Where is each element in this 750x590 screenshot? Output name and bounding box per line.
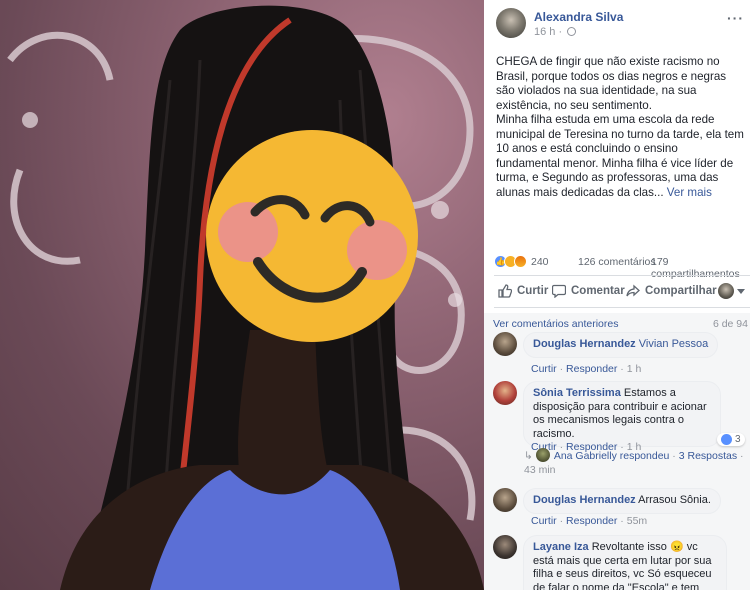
comment-like-link[interactable]: Curtir [531, 363, 557, 375]
replies-count[interactable]: 3 Respostas [679, 450, 737, 462]
reply-arrow-icon: ↳ [524, 450, 533, 462]
replier-avatar [535, 448, 550, 462]
comment-reactions[interactable]: 3 [717, 433, 745, 446]
viewer-avatar [718, 283, 734, 299]
post-paragraph-1: CHEGA de fingir que não existe racismo n… [496, 55, 727, 112]
comment-item: Douglas Hernandez Arrasou Sônia. Curtir … [493, 488, 747, 534]
comment-button[interactable]: Comentar [552, 284, 625, 298]
globe-icon [567, 27, 577, 36]
comments-pagination: 6 de 94 [712, 318, 748, 330]
post-time-text[interactable]: 16 h [534, 26, 555, 38]
post-panel: Alexandra Silva 16 h · ··· CHEGA de fing… [484, 0, 750, 590]
comment-item: Layane Iza Revoltante isso 😠 vc está mai… [493, 535, 747, 590]
photo-scene [7, 5, 484, 590]
comments-count[interactable]: 126 comentários [578, 256, 656, 268]
divider [494, 307, 750, 308]
more-options-icon[interactable]: ··· [727, 10, 744, 26]
like-reaction-icon [721, 434, 732, 445]
comments-section: Ver comentários anteriores 6 de 94 Dougl… [484, 313, 750, 590]
view-previous-comments[interactable]: Ver comentários anteriores [493, 318, 618, 330]
replies-summary[interactable]: ↳ Ana Gabrielly respondeu · 3 Respostas ·… [524, 448, 746, 477]
like-button[interactable]: Curtir [498, 284, 548, 298]
post-stats: 👍 240 126 comentários 179 compartilhamen… [494, 254, 748, 280]
comment-bubble: Douglas Hernandez Vivian Pessoa [523, 332, 719, 358]
commenter-avatar[interactable] [493, 488, 517, 512]
share-icon [626, 284, 640, 297]
post-text: CHEGA de fingir que não existe racismo n… [496, 55, 744, 200]
reaction-count[interactable]: 240 [531, 256, 549, 268]
commenter-avatar[interactable] [493, 381, 517, 405]
commenter-name[interactable]: Layane Iza [533, 541, 589, 553]
comment-bubble: Sônia Terrissima Estamos a disposição pa… [523, 381, 721, 447]
comment-reaction-count: 3 [735, 434, 741, 445]
comment-meta: Curtir · Responder · 55m [531, 515, 648, 527]
share-label: Compartilhar [645, 285, 717, 297]
comment-icon [552, 284, 566, 298]
comment-time[interactable]: 1 h [627, 363, 642, 375]
comment-time[interactable]: 55m [627, 515, 647, 527]
commenter-name[interactable]: Douglas Hernandez [533, 338, 636, 350]
chevron-down-icon [737, 288, 745, 294]
commenter-avatar[interactable] [493, 332, 517, 356]
reply-author[interactable]: Ana Gabrielly respondeu [554, 450, 670, 462]
comment-text: Arrasou Sônia. [638, 494, 711, 506]
reactions-summary[interactable]: 👍 240 [494, 255, 549, 268]
tagged-user[interactable]: Vivian Pessoa [639, 338, 709, 350]
commenter-name[interactable]: Douglas Hernandez [533, 494, 636, 506]
post-time[interactable]: 16 h · [534, 26, 577, 38]
commenter-name[interactable]: Sônia Terrissima [533, 387, 621, 399]
post-photo[interactable] [0, 0, 484, 590]
comment-reply-link[interactable]: Responder [566, 363, 617, 375]
comment-bubble: Layane Iza Revoltante isso 😠 vc está mai… [523, 535, 727, 590]
thumbs-up-icon [498, 284, 512, 298]
comment-meta: Curtir · Responder · 1 h [531, 363, 642, 375]
shares-count[interactable]: 179 compartilhamentos [651, 256, 748, 280]
comment-item: Douglas Hernandez Vivian Pessoa Curtir ·… [493, 332, 747, 378]
comment-bubble: Douglas Hernandez Arrasou Sônia. [523, 488, 721, 514]
author-name[interactable]: Alexandra Silva [534, 10, 623, 24]
reply-time: 43 min [524, 464, 556, 476]
like-label: Curtir [517, 285, 549, 297]
post-header: Alexandra Silva 16 h · ··· [496, 8, 746, 42]
share-button[interactable]: Compartilhar [626, 284, 717, 298]
post-as-selector[interactable] [718, 283, 745, 299]
comment-like-link[interactable]: Curtir [531, 515, 557, 527]
see-more-link[interactable]: Ver mais [667, 186, 712, 199]
commenter-avatar[interactable] [493, 535, 517, 559]
action-bar: Curtir Comentar Compartilhar [496, 281, 746, 303]
divider [494, 275, 750, 276]
author-avatar[interactable] [496, 8, 526, 38]
angry-reaction-icon [514, 255, 527, 268]
comment-reply-link[interactable]: Responder [566, 515, 617, 527]
comment-label: Comentar [571, 285, 625, 297]
